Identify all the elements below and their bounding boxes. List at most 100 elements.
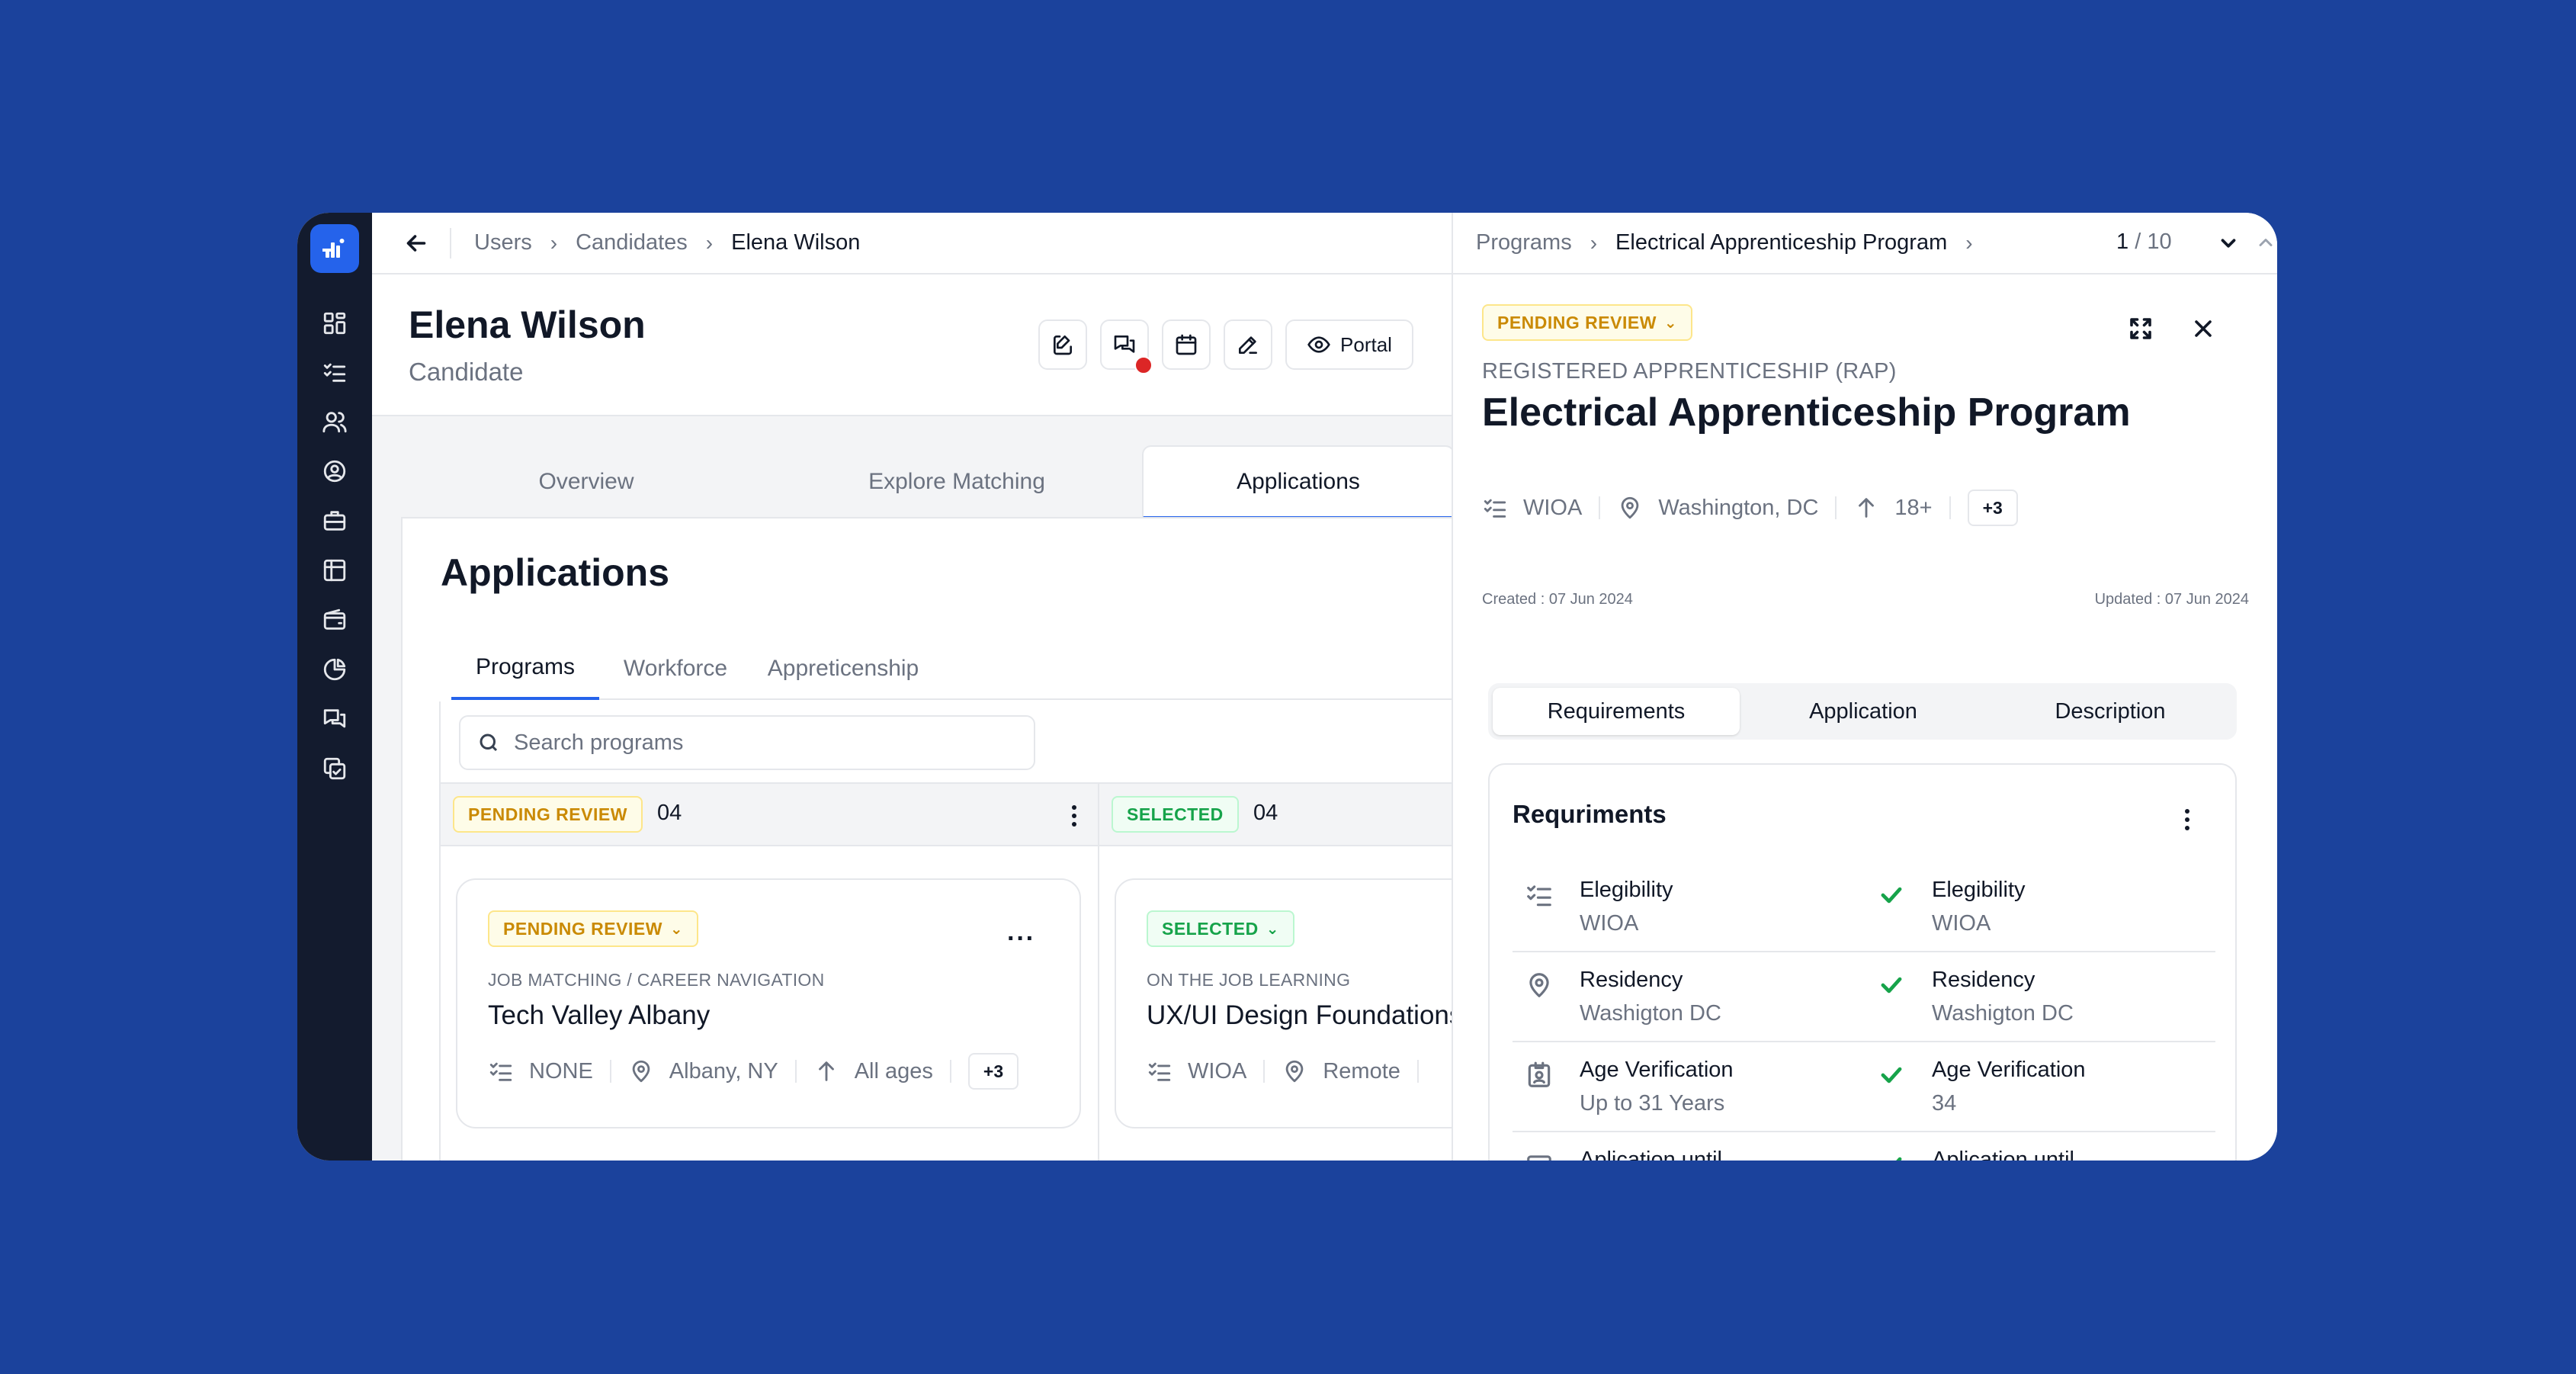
chevron-right-icon: › [1590,230,1598,255]
subtab-appreticenship[interactable]: Appreticenship [752,637,935,700]
chevron-down-icon[interactable] [2217,232,2240,255]
tab-explore-matching[interactable]: Explore Matching [772,445,1142,518]
program-meta: WIOA Washington, DC 18+ +3 [1482,489,2018,527]
id-badge-icon [1525,1061,1554,1090]
pager-total: / 10 [2135,230,2172,254]
breadcrumb: Users › Candidates › Elena Wilson [372,213,1452,274]
more-options-icon[interactable]: ··· [1007,924,1035,954]
briefcase-icon[interactable] [321,507,348,535]
app-logo[interactable] [310,224,359,273]
checklist-icon [1525,881,1554,910]
expand-icon[interactable] [2127,315,2154,342]
requirement-value: Up to 31 Years [1580,1091,1725,1116]
pager-current: 1 [2116,230,2129,254]
requirements-title: Requriments [1513,800,1667,828]
wallet-icon[interactable] [321,606,348,634]
program-title: Electrical Apprenticeship Program [1482,390,2131,435]
checklist-icon[interactable] [321,358,348,386]
breadcrumb-candidates[interactable]: Candidates [576,230,688,255]
close-icon[interactable] [2189,315,2217,342]
search-input[interactable] [514,730,1002,756]
tab-description[interactable]: Description [1987,688,2234,735]
pager: 1 / 10 [2116,230,2172,255]
applications-card: Applications Programs Workforce Appretic… [401,517,1452,1161]
edit-button[interactable] [1224,319,1272,370]
users-icon[interactable] [321,408,348,435]
program-card[interactable]: SELECTED ⌄ ON THE JOB LEARNING UX/UI Desi… [1115,878,1452,1128]
breadcrumb-users[interactable]: Users [474,230,532,255]
user-circle-icon[interactable] [321,457,348,485]
chevron-down-icon: ⌄ [1663,314,1678,332]
status-dropdown[interactable]: PENDING REVIEW ⌄ [1482,304,1693,341]
tab-overview[interactable]: Overview [401,445,772,518]
subtab-programs[interactable]: Programs [451,637,599,700]
breadcrumb-programs[interactable]: Programs [1476,230,1572,255]
subtab-workforce[interactable]: Workforce [599,637,752,700]
check-icon [1877,1151,1906,1161]
program-type: JOB MATCHING / CAREER NAVIGATION [488,970,825,990]
portal-button[interactable]: Portal [1285,319,1413,370]
dashboard-icon[interactable] [321,310,348,337]
program-name: UX/UI Design Foundations [1147,1000,1452,1030]
calendar-button[interactable] [1162,319,1211,370]
requirement-row: Age Verification Up to 31 Years Age Veri… [1513,1042,2215,1132]
match-value: Washigton DC [1932,1001,2074,1026]
table-icon[interactable] [321,557,348,584]
created-date: Created : 07 Jun 2024 [1482,591,1633,608]
detail-tabs: Requirements Application Description [1488,683,2237,740]
requirements-menu-icon[interactable] [2183,804,2191,835]
status-dropdown[interactable]: PENDING REVIEW ⌄ [488,910,699,947]
location-pin-icon [1286,1060,1304,1083]
requirement-row: Residency Washigton DC Residency Washigt… [1513,952,2215,1042]
program-card[interactable]: PENDING REVIEW ⌄ ··· JOB MATCHING / CAREE… [456,878,1081,1128]
column-menu-icon[interactable] [1070,801,1078,831]
program-type: ON THE JOB LEARNING [1147,970,1351,990]
column-count: 04 [657,801,682,825]
requirements-card: Requriments Elegibility WIOA Elegibility… [1488,763,2237,1161]
notes-button[interactable] [1038,319,1087,370]
search-icon [480,734,498,752]
checklist-icon [489,1062,512,1081]
pie-chart-icon[interactable] [321,656,348,683]
requirement-value: WIOA [1580,911,1639,936]
chevron-right-icon: › [705,230,714,255]
chevron-right-icon: › [1965,230,1973,255]
tab-requirements[interactable]: Requirements [1493,688,1740,735]
program-dates: Created : 07 Jun 2024 Updated : 07 Jun 2… [1482,591,2249,608]
more-tags-badge[interactable]: +3 [967,1053,1019,1090]
chevron-down-icon: ⌄ [669,920,684,938]
match-value: WIOA [1932,911,1991,936]
status-badge: SELECTED [1112,796,1239,833]
program-meta: WIOA Remote [1147,1052,1436,1090]
page-title: Elena Wilson [409,303,646,346]
location-value: Remote [1323,1058,1400,1083]
messages-icon[interactable] [321,705,348,733]
column-header-pending: PENDING REVIEW 04 [441,782,1098,846]
back-arrow-icon[interactable] [403,230,430,257]
candidate-role: Candidate [409,358,524,386]
match-label: Residency [1932,968,2035,992]
requirement-label: Aplication until [1580,1148,1722,1161]
status-label: PENDING REVIEW [503,918,662,939]
eligibility-value: WIOA [1523,495,1583,520]
requirement-row: Aplication until Aplication until [1513,1132,2215,1161]
search-box[interactable] [459,715,1035,770]
copy-check-icon[interactable] [321,755,348,782]
breadcrumb-program: Electrical Apprenticeship Program [1615,230,1948,255]
eye-icon [1307,336,1330,353]
tab-applications[interactable]: Applications [1142,445,1452,518]
requirement-label: Elegibility [1580,878,1673,902]
application-subtabs: Programs Workforce Appreticenship [451,637,1452,700]
more-tags-badge[interactable]: +3 [1967,490,2018,526]
breadcrumb-current: Elena Wilson [731,230,861,255]
kanban-board: PENDING REVIEW 04 SELECTED 04 PENDING RE… [439,701,1452,1161]
main-tabs: Overview Explore Matching Applications [401,445,1452,518]
check-icon [1877,881,1906,910]
chevron-up-icon[interactable] [2255,232,2276,253]
match-label: Age Verification [1932,1058,2086,1082]
tab-application[interactable]: Application [1740,688,1987,735]
app-window: Users › Candidates › Elena Wilson Elena … [297,213,2277,1161]
eligibility-value: WIOA [1188,1058,1247,1083]
status-dropdown[interactable]: SELECTED ⌄ [1147,910,1294,947]
location-value: Albany, NY [669,1058,778,1083]
